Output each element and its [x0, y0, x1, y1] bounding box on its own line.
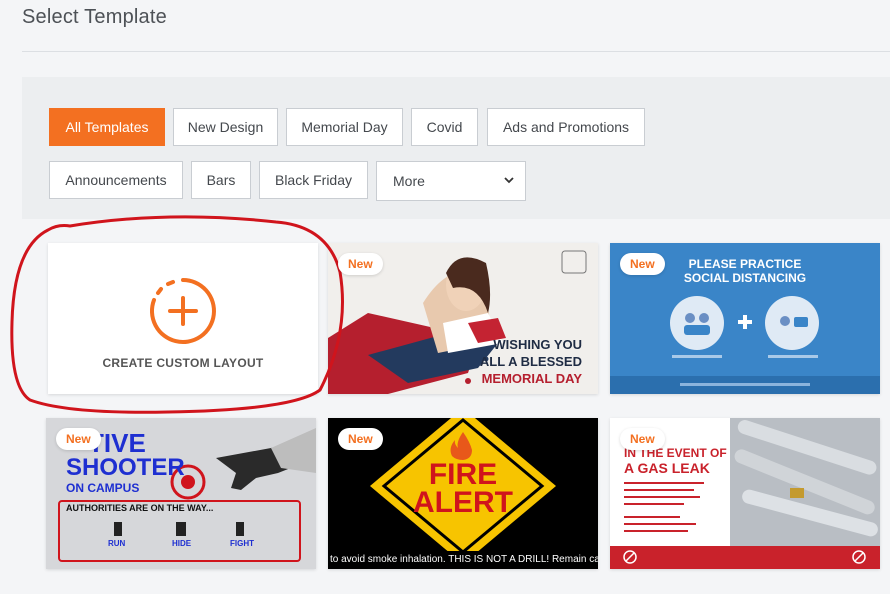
template-card-active-shooter[interactable]: New TIVE SHOOTER ON CAMPUS AUTHORITIES A… — [46, 418, 316, 569]
shooter-line-2: SHOOTER — [66, 454, 185, 481]
filter-chip-announcements[interactable]: Announcements — [49, 161, 183, 199]
add-circle-icon — [150, 278, 216, 344]
shooter-run: RUN — [108, 539, 126, 548]
template-card-social-distancing[interactable]: New PLEASE PRACTICE SOCIAL DISTANCING — [610, 243, 880, 394]
shooter-line-3: ON CAMPUS — [66, 481, 140, 495]
filter-chip-ads-and-promotions[interactable]: Ads and Promotions — [487, 108, 645, 146]
gas-leak-text: IN THE EVENT OF A GAS LEAK — [624, 446, 727, 476]
memorial-day-text: WISHING YOU ALL A BLESSED MEMORIAL DAY — [480, 336, 582, 387]
shooter-fight: FIGHT — [230, 539, 254, 548]
template-card-gas-leak[interactable]: New IN THE EVENT OF A GAS LEAK — [610, 418, 880, 569]
shooter-line-4: AUTHORITIES ARE ON THE WAY... — [66, 503, 214, 513]
create-custom-layout-card[interactable]: CREATE CUSTOM LAYOUT — [48, 243, 318, 394]
fire-alert-text: FIRE ALERT — [328, 458, 598, 519]
page-title: Select Template — [22, 6, 167, 28]
new-badge: New — [338, 253, 383, 275]
filter-chip-memorial-day[interactable]: Memorial Day — [286, 108, 403, 146]
filter-chip-covid[interactable]: Covid — [411, 108, 478, 146]
new-badge: New — [620, 253, 665, 275]
title-divider — [22, 51, 890, 52]
chevron-down-icon — [503, 173, 515, 189]
filter-chip-bars[interactable]: Bars — [191, 161, 251, 199]
filter-chip-black-friday[interactable]: Black Friday — [259, 161, 368, 199]
memorial-line-3: MEMORIAL DAY — [481, 371, 582, 386]
new-badge: New — [620, 428, 665, 450]
create-custom-layout-label: CREATE CUSTOM LAYOUT — [102, 356, 264, 370]
fire-line-2: ALERT — [413, 486, 513, 519]
filter-chip-all-templates[interactable]: All Templates — [49, 108, 165, 146]
fire-line-1: FIRE — [428, 458, 498, 491]
shooter-hide: HIDE — [172, 539, 192, 548]
new-badge: New — [56, 428, 101, 450]
new-badge: New — [338, 428, 383, 450]
filter-chip-new-design[interactable]: New Design — [173, 108, 278, 146]
more-select[interactable]: More — [376, 161, 526, 201]
fire-alert-ticker: to avoid smoke inhalation. THIS IS NOT A… — [328, 551, 598, 569]
more-select-value: More — [393, 173, 425, 189]
memorial-line-2: ALL A BLESSED — [479, 354, 582, 369]
gas-line-2: A GAS LEAK — [624, 460, 710, 476]
template-card-fire-alert[interactable]: New FIRE ALERT to avoid smoke inhalation… — [328, 418, 598, 569]
template-card-memorial-day[interactable]: New WISHING YOU ALL A BLESSED MEMORIAL D… — [328, 243, 598, 394]
memorial-line-1: WISHING YOU — [493, 337, 582, 352]
